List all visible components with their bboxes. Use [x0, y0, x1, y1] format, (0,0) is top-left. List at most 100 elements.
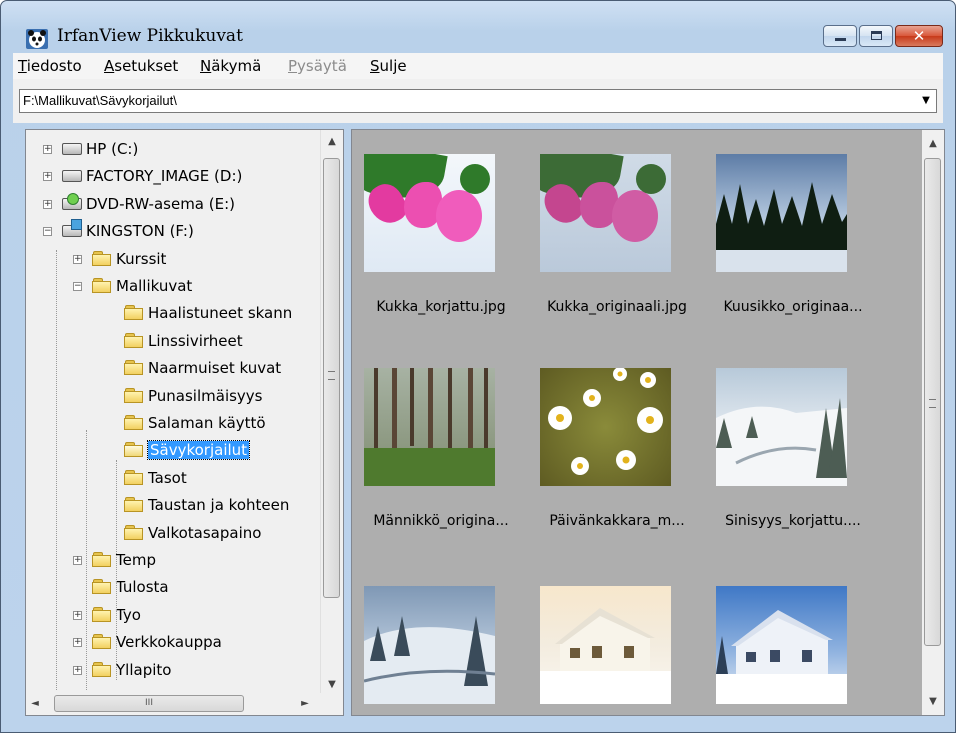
tree-item-label: Tyo	[116, 605, 141, 624]
close-icon: ✕	[912, 27, 926, 45]
expand-icon[interactable]: +	[73, 638, 82, 648]
tree-item-label: Kurssit	[116, 249, 167, 268]
thumbnail-item[interactable]	[352, 584, 530, 715]
tree-item[interactable]: Tasot	[124, 466, 187, 490]
menu-label: iedosto	[26, 57, 82, 75]
menu-sulje[interactable]: Sulje	[370, 57, 407, 75]
folder-icon	[124, 332, 144, 349]
expand-icon[interactable]: +	[43, 145, 52, 154]
scroll-right-arrow-icon[interactable]: ►	[296, 694, 314, 714]
tree-item[interactable]: + Kurssit	[73, 247, 167, 271]
scrollbar-corner	[321, 693, 343, 715]
path-combobox[interactable]: F:\Mallikuvat\Sävykorjailut\ ▼	[19, 89, 937, 113]
tree-item[interactable]: + HP (C:)	[43, 137, 138, 161]
tree-vertical-scrollbar[interactable]: ▲ ▼	[320, 130, 343, 695]
tree-item[interactable]: Taustan ja kohteen	[124, 493, 289, 517]
thumbnail-image	[364, 368, 495, 486]
tree-item[interactable]: + Temp	[73, 548, 156, 572]
scroll-up-arrow-icon[interactable]: ▲	[321, 132, 343, 152]
menu-tiedosto[interactable]: Tiedosto	[18, 57, 82, 75]
scroll-down-arrow-icon[interactable]: ▼	[321, 675, 343, 695]
maximize-button[interactable]	[859, 25, 893, 47]
tree-item[interactable]: Punasilmäisyys	[124, 384, 263, 408]
thumbnail-caption: Sinisyys_korjattu....	[725, 513, 861, 529]
expand-icon[interactable]: +	[43, 199, 52, 209]
collapse-icon[interactable]: −	[73, 282, 82, 291]
thumbnail-item[interactable]: Päivänkakkara_m...	[528, 366, 706, 541]
irfanview-thumbnails-window: IrfanView Pikkukuvat ✕ Tiedosto Asetukse…	[0, 0, 956, 733]
thumbnail-panel[interactable]: Kukka_korjattu.jpg Kukka_originaali.jpg Ku…	[351, 129, 945, 716]
tree-horizontal-scrollbar[interactable]: ◄ III ►	[26, 693, 323, 715]
hard-drive-icon	[62, 168, 82, 184]
menu-mnemonic: A	[104, 57, 115, 75]
thumbnail-image	[540, 368, 671, 486]
tree-connector-line	[86, 430, 87, 690]
thumbnail-item[interactable]: Kukka_korjattu.jpg	[352, 152, 530, 327]
thumbnail-item[interactable]: Männikkö_origina...	[352, 366, 530, 541]
tree-item[interactable]: Linssivirheet	[124, 329, 243, 353]
thumbnails-vertical-scrollbar[interactable]: ▲ ▼	[922, 130, 944, 715]
thumbnail-item[interactable]	[704, 584, 882, 715]
tree-item-label: FACTORY_IMAGE (D:)	[86, 167, 243, 186]
expand-icon[interactable]: +	[73, 610, 82, 620]
tree-item-label: Linssivirheet	[148, 331, 243, 350]
thumbnail-item[interactable]: Kukka_originaali.jpg	[528, 152, 706, 327]
thumbnail-image	[716, 368, 847, 486]
tree-item[interactable]: Salaman käyttö	[124, 411, 266, 435]
minimize-button[interactable]	[823, 25, 857, 47]
grip-label: III	[145, 698, 153, 708]
scroll-up-arrow-icon[interactable]: ▲	[922, 134, 944, 154]
tree-item-label: Punasilmäisyys	[148, 386, 263, 405]
folder-icon	[92, 634, 112, 650]
menu-asetukset[interactable]: Asetukset	[104, 57, 178, 75]
tree-item[interactable]: − KINGSTON (F:)	[43, 219, 194, 243]
tree-item[interactable]: Sävykorjailut	[124, 438, 251, 462]
dropdown-arrow-icon[interactable]: ▼	[920, 95, 932, 107]
tree-item[interactable]: Haalistuneet skann	[124, 301, 292, 325]
close-button[interactable]: ✕	[895, 25, 943, 47]
expand-icon[interactable]: +	[73, 665, 82, 675]
tree-item[interactable]: Tulosta	[92, 575, 169, 599]
folder-icon	[92, 278, 112, 294]
scroll-left-arrow-icon[interactable]: ◄	[26, 694, 44, 714]
expand-icon[interactable]: +	[73, 556, 82, 565]
tree-item-label: Haalistuneet skann	[148, 304, 293, 323]
tree-item-label: Naarmuiset kuvat	[148, 359, 282, 378]
address-bar: F:\Mallikuvat\Sävykorjailut\ ▼	[13, 79, 943, 123]
thumbnail-item[interactable]	[528, 584, 706, 715]
tree-item[interactable]: Valkotasapaino	[124, 521, 261, 545]
tree-item[interactable]: Naarmuiset kuvat	[124, 356, 281, 380]
menu-bar: Tiedosto Asetukset Näkymä Pysäytä Sulje	[13, 53, 943, 79]
expand-icon[interactable]: +	[43, 172, 52, 182]
menu-nakyma[interactable]: Näkymä	[200, 57, 261, 75]
menu-label: setukset	[114, 57, 179, 75]
tree-item[interactable]: + Yllapito	[73, 658, 171, 682]
thumbnail-item[interactable]: Kuusikko_originaa...	[704, 152, 882, 327]
menu-pysayta[interactable]: Pysäytä	[288, 57, 347, 75]
collapse-icon[interactable]: −	[43, 227, 52, 237]
tree-item[interactable]: − Mallikuvat	[73, 274, 192, 298]
tree-item-label: Valkotasapaino	[148, 523, 262, 542]
menu-mnemonic: S	[370, 57, 380, 75]
tree-hscroll-thumb[interactable]: III	[54, 695, 244, 712]
minimize-icon	[835, 38, 846, 41]
expand-icon[interactable]: +	[73, 254, 82, 264]
tree-item-label: Salaman käyttö	[148, 414, 266, 432]
path-text: F:\Mallikuvat\Sävykorjailut\	[23, 93, 177, 108]
tree-item-label: Temp	[116, 551, 156, 569]
tree-item[interactable]: + FACTORY_IMAGE (D:)	[43, 164, 243, 188]
thumbnail-image	[364, 586, 495, 704]
irfanview-panda-icon	[25, 28, 49, 50]
folder-tree-panel[interactable]: + HP (C:) + FACTORY_IMAGE (D:) + DVD-RW-asema…	[25, 129, 344, 716]
thumbnail-image	[540, 154, 671, 272]
scroll-down-arrow-icon[interactable]: ▼	[922, 692, 944, 712]
tree-item[interactable]: + Verkkokauppa	[73, 630, 222, 654]
tree-scroll-thumb[interactable]	[323, 158, 340, 598]
tree-item-label: KINGSTON (F:)	[86, 222, 194, 241]
menu-mnemonic: P	[288, 57, 298, 75]
tree-item[interactable]: + DVD-RW-asema (E:)	[43, 192, 235, 216]
folder-icon	[92, 250, 112, 267]
thumbnail-item[interactable]: Sinisyys_korjattu....	[704, 366, 882, 541]
title-bar: IrfanView Pikkukuvat ✕	[1, 1, 955, 51]
thumbnails-scroll-thumb[interactable]	[924, 158, 941, 646]
